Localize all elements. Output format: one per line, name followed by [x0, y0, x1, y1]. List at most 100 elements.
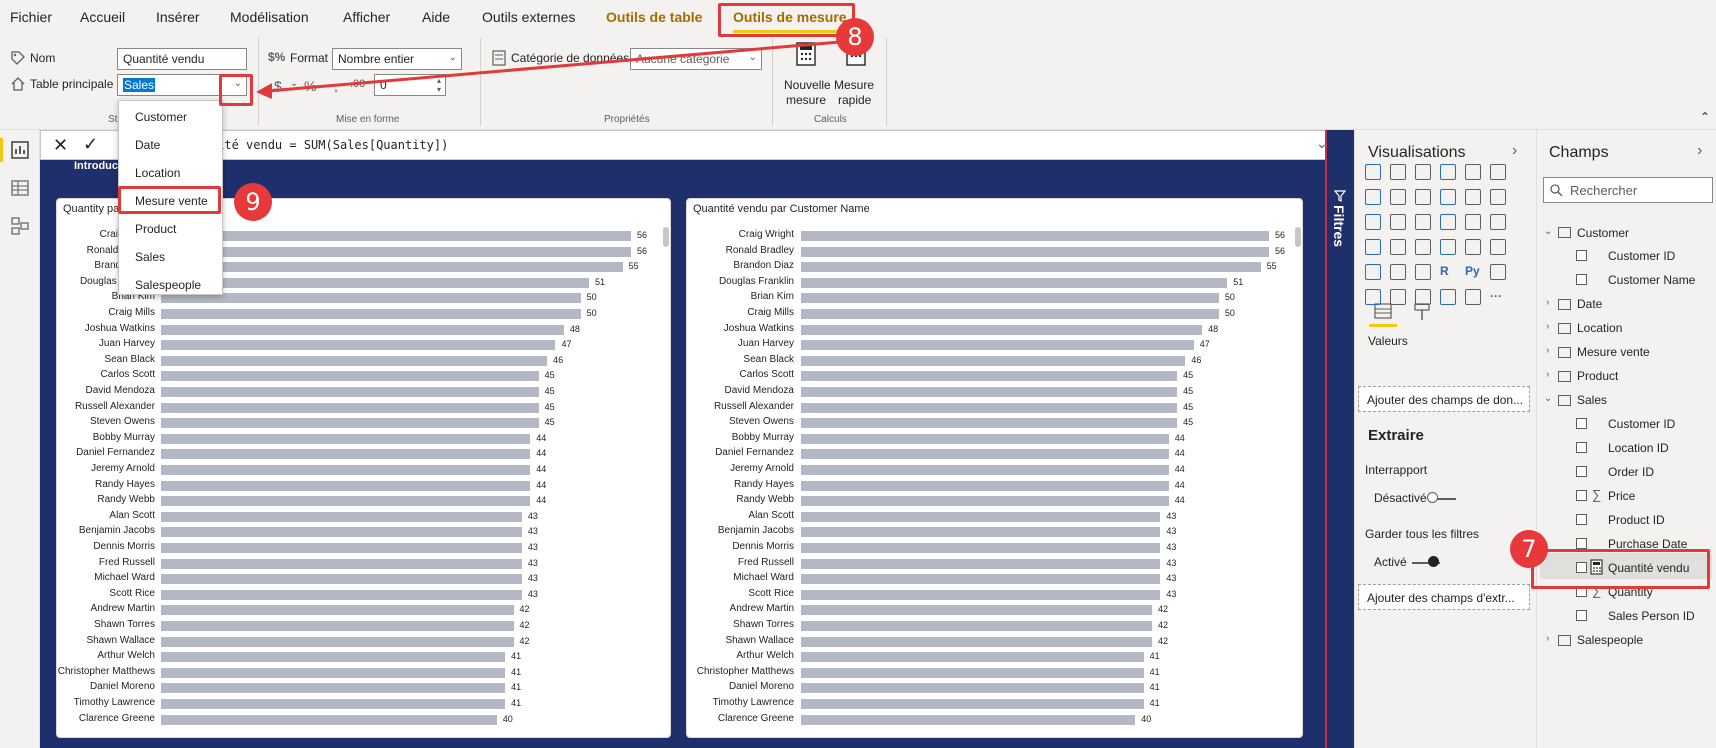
bar[interactable]	[161, 371, 539, 382]
bar[interactable]	[801, 465, 1169, 475]
dropdown-item-sales[interactable]: Sales	[135, 250, 165, 264]
bar[interactable]	[161, 293, 581, 304]
filters-label[interactable]: Filtres	[1331, 205, 1347, 247]
decimal-icon[interactable]: .00	[350, 78, 365, 90]
field-checkbox[interactable]	[1576, 538, 1587, 549]
bar[interactable]	[161, 714, 497, 725]
bar[interactable]	[161, 636, 514, 647]
multi-row-card-visual-icon[interactable]	[1465, 239, 1481, 255]
field-checkbox[interactable]	[1576, 418, 1587, 429]
funnel-visual-icon[interactable]	[1390, 214, 1406, 230]
bar[interactable]	[161, 652, 506, 663]
field-checkbox[interactable]	[1576, 610, 1587, 621]
bar[interactable]	[801, 309, 1219, 319]
field-checkbox[interactable]	[1576, 514, 1587, 525]
dropdown-item-location[interactable]: Location	[135, 166, 180, 180]
spinner-icon[interactable]: ▴ ▾	[437, 76, 441, 94]
currency-icon[interactable]: $	[274, 78, 282, 94]
powerapps-visual-icon[interactable]	[1465, 289, 1481, 305]
bar[interactable]	[801, 418, 1178, 429]
model-view-icon[interactable]	[10, 216, 30, 236]
report-view-icon[interactable]	[10, 140, 30, 160]
bar[interactable]	[161, 621, 514, 631]
field-checkbox[interactable]	[1576, 466, 1587, 477]
bar[interactable]	[161, 449, 531, 460]
field-checkbox[interactable]	[1576, 250, 1587, 261]
bar[interactable]	[801, 511, 1161, 522]
bar[interactable]	[801, 667, 1144, 678]
bar[interactable]	[161, 589, 522, 600]
dropdown-item-customer[interactable]: Customer	[135, 110, 187, 124]
bar[interactable]	[801, 574, 1161, 585]
menu-modelisation[interactable]: Modélisation	[230, 9, 309, 25]
python-visual-visual-icon[interactable]: Py	[1465, 264, 1481, 280]
bar[interactable]	[801, 589, 1161, 600]
add-drillthrough-field-well[interactable]: Ajouter des champs d'extr...	[1358, 584, 1530, 610]
field-order-id[interactable]: Order ID	[1608, 465, 1654, 479]
menu-fichier[interactable]: Fichier	[10, 9, 52, 25]
nouvelle-mesure-button[interactable]: Nouvelle mesure	[782, 38, 831, 108]
kpi-visual-icon[interactable]	[1490, 239, 1506, 255]
bar[interactable]	[801, 231, 1269, 241]
bar[interactable]	[161, 574, 522, 585]
table-sales[interactable]: Sales	[1577, 393, 1607, 407]
field-product-id[interactable]: Product ID	[1608, 513, 1665, 527]
100-bar-visual-icon[interactable]	[1465, 164, 1481, 180]
field-sales-customer-id[interactable]: Customer ID	[1608, 417, 1675, 431]
decomp-tree-visual-icon[interactable]	[1365, 289, 1381, 305]
clustered-bar-visual-icon[interactable]	[1415, 164, 1431, 180]
field-checkbox[interactable]	[1576, 442, 1587, 453]
bar[interactable]	[161, 340, 556, 351]
slicer-visual-icon[interactable]	[1365, 264, 1381, 280]
field-customer-name[interactable]: Customer Name	[1608, 273, 1695, 287]
r-visual-visual-icon[interactable]: R	[1440, 264, 1456, 280]
stacked-area-visual-icon[interactable]	[1415, 189, 1431, 205]
table-product[interactable]: Product	[1577, 369, 1618, 383]
bar[interactable]	[161, 262, 623, 273]
chevron-right-icon[interactable]: ›	[1697, 142, 1702, 160]
bar[interactable]	[161, 231, 631, 241]
bar[interactable]	[801, 652, 1144, 663]
bar[interactable]	[161, 309, 581, 319]
bar[interactable]	[161, 527, 522, 538]
decimal-places-input[interactable]: 0 ▴ ▾	[374, 74, 446, 96]
line-visual-icon[interactable]	[1365, 189, 1381, 205]
field-price[interactable]: Price	[1608, 489, 1635, 503]
commit-icon[interactable]: ✓	[83, 134, 98, 155]
bar[interactable]	[161, 355, 548, 366]
menu-inserer[interactable]: Insérer	[156, 9, 200, 25]
ribbon-visual-icon[interactable]	[1490, 189, 1506, 205]
smart-narrative-visual-icon[interactable]	[1440, 289, 1456, 305]
nom-input[interactable]: Quantité vendu	[117, 48, 247, 70]
bar[interactable]	[801, 355, 1186, 366]
menu-afficher[interactable]: Afficher	[343, 9, 390, 25]
dropdown-item-date[interactable]: Date	[135, 138, 160, 152]
collapse-caret-icon[interactable]: ⌄	[1544, 393, 1552, 404]
bar[interactable]	[161, 683, 506, 694]
collapse-ribbon-icon[interactable]: ⌃	[1700, 110, 1710, 124]
bar[interactable]	[801, 262, 1261, 273]
more-visual-icon[interactable]: ···	[1490, 289, 1506, 305]
expand-caret-icon[interactable]: ›	[1546, 321, 1549, 332]
comma-icon[interactable]: ,	[334, 78, 338, 94]
table-date[interactable]: Date	[1577, 297, 1602, 311]
stacked-bar-visual-icon[interactable]	[1365, 164, 1381, 180]
bar[interactable]	[801, 324, 1203, 335]
bar-chart-visual-2[interactable]: Quantité vendu par Customer Name Craig W…	[686, 198, 1303, 738]
bar[interactable]	[801, 246, 1269, 257]
field-location-id[interactable]: Location ID	[1608, 441, 1669, 455]
donut-visual-icon[interactable]	[1465, 214, 1481, 230]
bar[interactable]	[801, 277, 1228, 288]
table-salespeople[interactable]: Salespeople	[1577, 633, 1643, 647]
bar[interactable]	[801, 433, 1169, 444]
card-visual-icon[interactable]	[1440, 239, 1456, 255]
area-visual-icon[interactable]	[1390, 189, 1406, 205]
bar[interactable]	[161, 699, 506, 709]
menu-outils-externes[interactable]: Outils externes	[482, 9, 575, 25]
gauge-visual-icon[interactable]	[1415, 239, 1431, 255]
add-values-field-well[interactable]: Ajouter des champs de don...	[1358, 386, 1530, 412]
bar[interactable]	[161, 543, 522, 553]
bar[interactable]	[801, 543, 1161, 553]
fields-search-box[interactable]: Rechercher	[1543, 177, 1713, 203]
bar[interactable]	[801, 402, 1178, 413]
